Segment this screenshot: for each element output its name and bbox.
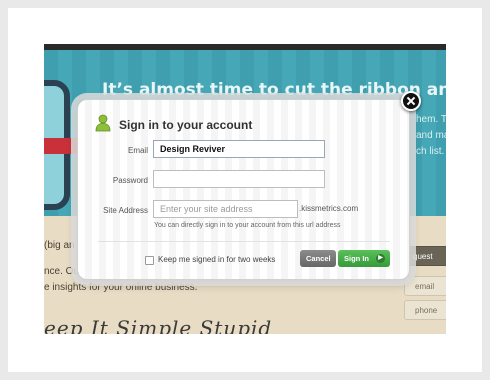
password-field[interactable] <box>153 170 325 188</box>
cancel-button[interactable]: Cancel <box>300 250 336 267</box>
modal-title: Sign in to your account <box>119 118 253 132</box>
arrow-right-icon: ▶ <box>376 254 385 263</box>
user-icon <box>95 114 111 132</box>
remember-label[interactable]: Keep me signed in for two weeks <box>158 255 275 264</box>
site-address-label: Site Address <box>103 206 148 215</box>
site-address-hint: You can directly sign in to your account… <box>154 222 341 229</box>
password-label: Password <box>112 176 148 185</box>
remember-checkbox[interactable] <box>145 256 154 265</box>
divider <box>98 241 390 242</box>
email-label: Email <box>127 146 148 155</box>
signin-label: Sign In <box>344 254 369 263</box>
modal-overlay: Sign in to your account Email Password S… <box>0 0 490 380</box>
close-icon[interactable] <box>401 91 421 111</box>
signin-button[interactable]: Sign In ▶ <box>338 250 390 267</box>
email-field[interactable] <box>153 140 325 158</box>
domain-suffix: .kissmetrics.com <box>299 204 359 213</box>
cancel-label: Cancel <box>306 254 331 263</box>
site-address-field[interactable] <box>153 200 298 218</box>
